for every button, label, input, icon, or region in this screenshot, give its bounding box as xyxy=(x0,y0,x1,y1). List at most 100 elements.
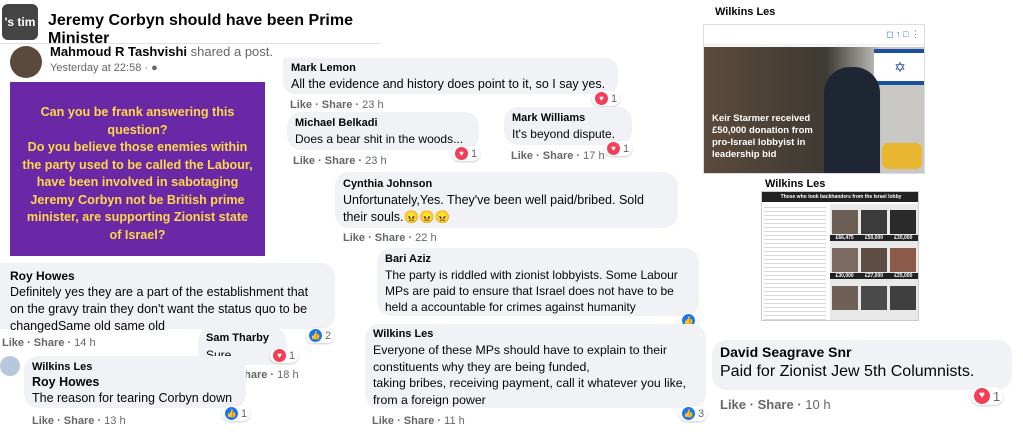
toolbar-icons: ◻ ↑ □ ⋮ xyxy=(886,29,920,39)
reaction-count-roy-howes[interactable]: 👍 2 xyxy=(306,328,335,343)
reaction-count-mark-williams[interactable]: ♥ 1 xyxy=(604,141,633,156)
share-link[interactable]: Share xyxy=(34,337,65,349)
author-avatar[interactable] xyxy=(10,46,42,78)
comment-actions-mark-lemon: Like · Share · 23 h xyxy=(290,99,384,111)
share-link[interactable]: Share xyxy=(543,150,574,162)
comment-bubble-roy-howes: Roy Howes Definitely yes they are a part… xyxy=(0,263,335,333)
comment-bubble-wilkins-main: Wilkins Les Everyone of these MPs should… xyxy=(365,324,706,408)
mp-photo xyxy=(890,248,916,272)
like-reaction-icon: 👍 xyxy=(682,407,695,420)
mp-photo xyxy=(861,248,887,272)
share-link[interactable]: Share xyxy=(375,232,406,244)
love-reaction-icon: ♥ xyxy=(607,142,620,155)
comment-time: 23 h xyxy=(362,99,384,111)
comment-mention[interactable]: Roy Howes xyxy=(32,375,238,390)
like-link[interactable]: Like xyxy=(720,397,746,412)
comment-bubble-michael-belkadi: Michael Belkadi Does a bear shit in the … xyxy=(287,112,479,150)
coins-icon xyxy=(882,143,922,169)
love-reaction-icon: ♥ xyxy=(273,349,286,362)
like-link[interactable]: Like xyxy=(32,415,54,427)
reaction-count-wilkins-main[interactable]: 👍 3 xyxy=(679,406,708,421)
photo-grid: £66,475 £50,000 £30,000 £30,000 £27,000 £25,… xyxy=(830,204,918,320)
comment-text: Unfortunately,Yes. They've been well pai… xyxy=(343,193,644,224)
reaction-count-mark-lemon[interactable]: ♥ 1 xyxy=(592,91,621,106)
comment-text: The reason for tearing Corbyn down xyxy=(32,391,233,405)
person-silhouette xyxy=(824,67,880,173)
like-link[interactable]: Like xyxy=(2,337,24,349)
post-timestamp[interactable]: Yesterday at 22:58 · ● xyxy=(50,62,158,74)
comment-time: 18 h xyxy=(277,369,299,381)
group-title[interactable]: Jeremy Corbyn should have been Prime Min… xyxy=(48,12,380,48)
mp-photo xyxy=(832,248,858,272)
right-author-top[interactable]: Wilkins Les xyxy=(715,6,775,18)
like-reaction-icon: 👍 xyxy=(225,407,238,420)
comment-time: 14 h xyxy=(74,337,96,349)
reaction-count-david-seagrave[interactable]: ♥ 1 xyxy=(971,387,1004,405)
amount-row-2: £30,000 £27,000 £25,000 xyxy=(830,273,918,279)
share-link[interactable]: Share xyxy=(64,415,95,427)
comment-actions-mark-williams: Like · Share · 17 h xyxy=(511,150,605,162)
post-image-text: Can you be frank answering this question… xyxy=(22,105,253,242)
comment-bubble-david-seagrave: David Seagrave Snr Paid for Zionist Jew … xyxy=(712,340,1012,390)
globe-icon: ● xyxy=(151,62,158,74)
comment-author[interactable]: Sam Tharby xyxy=(206,331,278,346)
reaction-count-wilkins-reply[interactable]: 👍 1 xyxy=(222,406,251,421)
post-action: shared a post. xyxy=(190,44,274,59)
comment-author[interactable]: Roy Howes xyxy=(10,269,325,284)
comment-author[interactable]: David Seagrave Snr xyxy=(720,344,1004,361)
comment-time: 22 h xyxy=(415,232,437,244)
reaction-count-sam-tharby[interactable]: ♥ 1 xyxy=(270,348,299,363)
comment-text: Paid for Zionist Jew 5th Columnists. xyxy=(720,363,975,380)
comment-text: Does a bear shit in the woods... xyxy=(295,132,464,146)
like-link[interactable]: Like xyxy=(293,155,315,167)
comment-author[interactable]: Wilkins Les xyxy=(373,327,698,342)
comment-text: The party is riddled with zionist lobbyi… xyxy=(385,268,678,314)
like-link[interactable]: Like xyxy=(290,99,312,111)
mp-photo xyxy=(861,286,887,310)
love-reaction-icon: ♥ xyxy=(974,388,990,404)
table-list xyxy=(764,204,826,320)
reaction-count-michael-belkadi[interactable]: ♥ 1 xyxy=(452,146,481,161)
like-reaction-icon: 👍 xyxy=(309,329,322,342)
comment-actions-wilkins-main: Like · Share · 11 h xyxy=(372,415,465,427)
comment-bubble-bari-aziz: Bari Aziz The party is riddled with zion… xyxy=(377,248,699,316)
table-title: Those who took backhanders from the Isra… xyxy=(762,192,918,202)
amount-row-1: £66,475 £50,000 £30,000 xyxy=(830,235,918,241)
mp-photo xyxy=(890,210,916,234)
share-link[interactable]: Share xyxy=(404,415,435,427)
comment-time: 10 h xyxy=(805,397,831,412)
comment-actions-wilkins-reply: Like · Share · 13 h xyxy=(32,415,126,427)
post-author[interactable]: Mahmoud R Tashvishi xyxy=(50,44,187,59)
news-banner: ✡ Keir Starmer received £50,000 donation… xyxy=(704,47,924,173)
comment-time: 13 h xyxy=(104,415,126,427)
comment-actions-david-seagrave: Like · Share · 10 h xyxy=(720,397,831,412)
share-link[interactable]: Share xyxy=(758,397,794,412)
commenter-avatar[interactable] xyxy=(0,356,20,376)
post-image[interactable]: Can you be frank answering this question… xyxy=(10,82,265,256)
like-link[interactable]: Like xyxy=(511,150,533,162)
israel-flag: ✡ xyxy=(874,49,924,85)
comment-time: 23 h xyxy=(365,155,387,167)
share-link[interactable]: Share xyxy=(322,99,353,111)
comment-author[interactable]: Cynthia Johnson xyxy=(343,177,670,192)
like-link[interactable]: Like xyxy=(343,232,365,244)
comment-author[interactable]: Mark Williams xyxy=(512,111,624,126)
post-author-line: Mahmoud R Tashvishi shared a post. xyxy=(50,44,273,59)
comment-author[interactable]: Mark Lemon xyxy=(291,61,610,76)
comment-text: Everyone of these MPs should have to exp… xyxy=(373,343,687,407)
comment-text: It's beyond dispute. xyxy=(512,127,616,141)
comment-text: All the evidence and history does point … xyxy=(291,77,606,91)
post-header-card: 's tim Jeremy Corbyn should have been Pr… xyxy=(0,0,380,47)
comment-actions-roy-howes: Like · Share · 14 h xyxy=(2,337,96,349)
right-author-mid[interactable]: Wilkins Les xyxy=(765,178,825,190)
comment-author[interactable]: Bari Aziz xyxy=(385,252,691,267)
comment-time: 11 h xyxy=(444,415,465,427)
lobby-table-image[interactable]: Those who took backhanders from the Isra… xyxy=(761,191,919,321)
share-link[interactable]: Share xyxy=(325,155,356,167)
shared-screenshot[interactable]: ◻ ↑ □ ⋮ ✡ Keir Starmer received £50,000 … xyxy=(703,24,925,174)
comment-bubble-mark-lemon: Mark Lemon All the evidence and history … xyxy=(283,58,618,94)
group-avatar[interactable]: 's tim xyxy=(2,4,38,40)
comment-author[interactable]: Michael Belkadi xyxy=(295,116,471,131)
like-link[interactable]: Like xyxy=(372,415,394,427)
comment-author[interactable]: Wilkins Les xyxy=(32,360,238,375)
